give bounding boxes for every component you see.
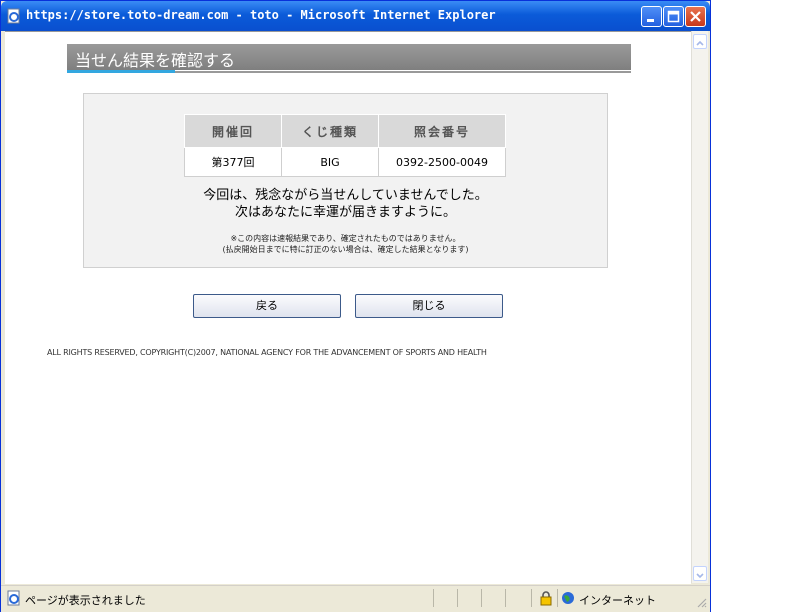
close-button[interactable]: 閉じる bbox=[355, 294, 503, 318]
status-divider bbox=[481, 589, 482, 607]
copyright-text: ALL RIGHTS RESERVED, COPYRIGHT(C)2007, N… bbox=[47, 348, 487, 357]
minimize-icon bbox=[647, 19, 654, 22]
title-bar[interactable]: https://store.toto-dream.com - toto - Mi… bbox=[1, 1, 710, 31]
ie-page-icon bbox=[6, 8, 22, 24]
close-icon bbox=[690, 11, 701, 22]
heading-underline bbox=[175, 71, 631, 73]
resize-grip-icon[interactable] bbox=[695, 596, 707, 608]
table-header-row: 開催回 くじ種類 照会番号 bbox=[184, 114, 506, 148]
lock-icon[interactable] bbox=[538, 590, 554, 606]
cell-round: 第377回 bbox=[184, 147, 282, 177]
cell-reference-number: 0392-2500-0049 bbox=[378, 147, 506, 177]
close-window-button[interactable] bbox=[685, 6, 706, 27]
note-line1: ※この内容は速報結果であり、確定されたものではありません。 bbox=[230, 234, 461, 243]
status-divider bbox=[531, 589, 532, 607]
header-round: 開催回 bbox=[184, 114, 282, 148]
scroll-down-icon bbox=[696, 573, 704, 579]
status-text: ページが表示されました bbox=[25, 594, 146, 607]
back-button[interactable]: 戻る bbox=[193, 294, 341, 318]
header-lottery-type: くじ種類 bbox=[281, 114, 379, 148]
status-divider bbox=[557, 589, 558, 607]
note-line2: (払戻開始日までに特に訂正のない場合は、確定した結果となります) bbox=[222, 245, 469, 254]
minimize-button[interactable] bbox=[641, 6, 662, 27]
result-message-line2: 次はあなたに幸運が届きますように。 bbox=[234, 205, 456, 220]
maximize-icon bbox=[667, 10, 680, 23]
window-title: https://store.toto-dream.com - toto - Mi… bbox=[26, 8, 496, 22]
table-row: 第377回 BIG 0392-2500-0049 bbox=[184, 147, 506, 177]
status-divider bbox=[457, 589, 458, 607]
scroll-up-button[interactable] bbox=[693, 34, 707, 49]
page-title: 当せん結果を確認する bbox=[75, 51, 236, 70]
heading-accent-line bbox=[67, 70, 175, 73]
result-panel: 開催回 くじ種類 照会番号 第377回 BIG 0392-2500-0049 今… bbox=[83, 93, 608, 268]
cell-lottery-type: BIG bbox=[281, 147, 379, 177]
globe-icon bbox=[561, 591, 575, 605]
header-reference-number: 照会番号 bbox=[378, 114, 506, 148]
page-content: 当せん結果を確認する 開催回 くじ種類 照会番号 第377回 BIG 0392-… bbox=[5, 31, 691, 584]
browser-window: https://store.toto-dream.com - toto - Mi… bbox=[0, 0, 711, 612]
status-bar: ページが表示されました インターネット bbox=[1, 585, 710, 612]
scroll-up-icon bbox=[696, 40, 704, 46]
maximize-button[interactable] bbox=[663, 6, 684, 27]
vertical-scrollbar[interactable] bbox=[691, 31, 708, 583]
status-divider bbox=[505, 589, 506, 607]
page-heading-bar: 当せん結果を確認する bbox=[67, 44, 631, 70]
ie-page-icon bbox=[6, 590, 22, 606]
result-table: 開催回 くじ種類 照会番号 第377回 BIG 0392-2500-0049 bbox=[184, 114, 506, 177]
scroll-down-button[interactable] bbox=[693, 566, 707, 581]
security-zone-text: インターネット bbox=[579, 594, 656, 607]
status-divider bbox=[433, 589, 434, 607]
